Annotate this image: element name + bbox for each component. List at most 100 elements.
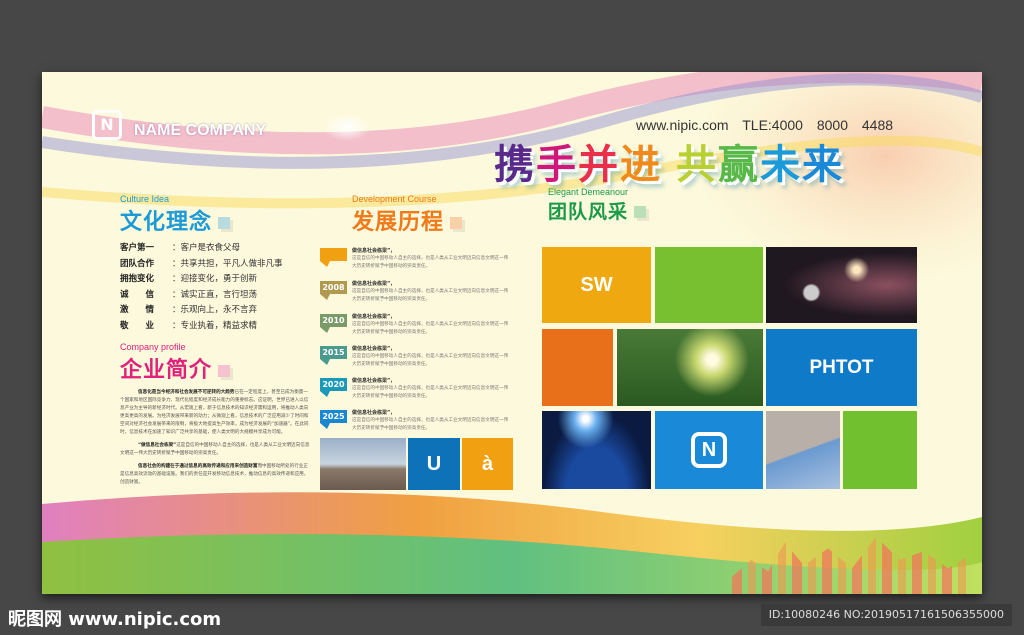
timeline-title: 做信息社会栋梁”，: [352, 410, 396, 416]
culture-item: 拥抱变化 ：迎接变化，勇于创新: [120, 272, 283, 288]
year-tag: 2020: [320, 378, 347, 397]
profile-text: 信息化是当今经济和社会发展不可逆转的大趋势已在一定程度上，甚至已成为衡量一个国家…: [120, 389, 310, 487]
tile-green-2: [843, 411, 917, 489]
year-tag: 2008: [320, 281, 347, 300]
timeline-item: 做信息社会栋梁”， 这是自信的中国移动人自主的选择，也是人类从工业文明迈向信息文明…: [320, 244, 510, 274]
earth-photo: [542, 411, 651, 489]
phone: TLE:4000 8000 4488: [742, 117, 894, 133]
profile-section: Company profile 企业简介 信息化是当今经济和社会发展不可逆转的大…: [120, 342, 310, 487]
culture-value: ：专业执着，精益求精: [172, 320, 258, 331]
slogan-char: 进: [620, 142, 662, 188]
paragraph-body: 已在一定程度上，甚至已成为衡量一个国家和地区国际竞争力、现代化程度和经济成长能力…: [120, 390, 309, 435]
development-title: 发展历程: [352, 204, 463, 236]
team-title-text: 团队风采: [548, 201, 629, 223]
square-decoration-icon: [218, 217, 231, 229]
forest-photo: [617, 329, 763, 406]
tile-green: [655, 247, 763, 323]
company-name: NAME COMPANY: [134, 122, 267, 139]
logo-icon: N: [691, 432, 727, 468]
tile-phtot: PHTOT: [766, 329, 917, 406]
culture-title-text: 文化理念: [120, 210, 213, 235]
slogan-char: 共: [676, 142, 718, 188]
slogan-char: 携: [494, 142, 536, 188]
team-section: Elegant Demeanour 团队风采: [548, 187, 647, 224]
culture-value: ：乐观向上，永不言弃: [172, 305, 258, 315]
space-photo: [766, 247, 917, 323]
timeline-desc: 这是自信的中国移动人自主的选择，也是人类从工业文明迈向信息文明这一伟大历史转折赋…: [352, 256, 509, 269]
slogan-char: 赢: [718, 142, 760, 188]
profile-title-text: 企业简介: [120, 358, 213, 383]
timeline-title: 做信息社会栋梁”，: [352, 346, 396, 352]
image-id-label: ID:10080246 NO:20190517161506355000: [760, 604, 1012, 626]
timeline-item: 2015 做信息社会栋梁”， 这是自信的中国移动人自主的选择，也是人类从工业文明迈向…: [320, 342, 510, 372]
year-tag: 2015: [320, 346, 347, 365]
development-section: Development Course 发展历程: [352, 194, 463, 236]
culture-value: ：迎接变化，勇于创新: [172, 274, 258, 284]
culture-item: 团队合作 ：共享共担，平凡人做非凡事: [120, 257, 283, 273]
poster-board: N NAME COMPANY www.nipic.com TLE:4000 80…: [42, 72, 982, 594]
culture-item: 客户第一 ：客户是衣食父母: [120, 241, 283, 257]
tile-a: à: [462, 438, 513, 490]
paragraph-lead: 信息化是当今经济和社会发展不可逆转的大趋势: [138, 390, 235, 395]
culture-title: 文化理念: [120, 204, 283, 236]
slogan-char: 来: [802, 142, 844, 188]
slogan-char: 并: [578, 142, 620, 188]
slogan-title: 携手并进 共赢未来: [494, 132, 844, 190]
timeline-item: 2010 做信息社会栋梁”， 这是自信的中国移动人自主的选择，也是人类从工业文明迈向…: [320, 310, 510, 340]
tile-orange: [542, 329, 613, 406]
culture-key: 激 情: [120, 305, 155, 315]
team-title: 团队风采: [548, 197, 647, 224]
worker-photo: [766, 411, 840, 489]
tile-u: U: [408, 438, 460, 490]
profile-paragraph: 信息化是当今经济和社会发展不可逆转的大趋势已在一定程度上，甚至已成为衡量一个国家…: [120, 389, 310, 437]
culture-item: 激 情 ：乐观向上，永不言弃: [120, 303, 283, 319]
timeline-desc: 这是自信的中国移动人自主的选择，也是人类从工业文明迈向信息文明这一伟大历史转折赋…: [352, 354, 509, 367]
timeline-desc: 这是自信的中国移动人自主的选择，也是人类从工业文明迈向信息文明这一伟大历史转折赋…: [352, 289, 509, 302]
culture-key: 拥抱变化: [120, 274, 155, 284]
timeline-desc: 这是自信的中国移动人自主的选择，也是人类从工业文明迈向信息文明这一伟大历史转折赋…: [352, 418, 509, 431]
slogan-char: 未: [760, 142, 802, 188]
team-en-title: Elegant Demeanour: [548, 187, 629, 197]
culture-key: 客户第一: [120, 243, 155, 253]
slogan-char: 手: [536, 142, 578, 188]
timeline-desc: 这是自信的中国移动人自主的选择，也是人类从工业文明迈向信息文明这一伟大历史转折赋…: [352, 322, 509, 335]
year-tag: 2025: [320, 410, 347, 429]
tile-sw: SW: [542, 247, 651, 323]
timeline-title: 做信息社会栋梁”，: [352, 378, 396, 384]
development-en-title: Development Course: [352, 194, 437, 204]
timeline-title: 做信息社会栋梁”，: [352, 314, 396, 320]
timeline-item: 2020 做信息社会栋梁”， 这是自信的中国移动人自主的选择，也是人类从工业文明迈向…: [320, 374, 510, 404]
timeline-desc: 这是自信的中国移动人自主的选择，也是人类从工业文明迈向信息文明这一伟大历史转折赋…: [352, 386, 509, 399]
nipic-watermark: 昵图网 www.nipic.com: [8, 609, 222, 630]
city-photo: [320, 438, 406, 490]
culture-value: ：客户是衣食父母: [172, 243, 241, 253]
timeline-title: 做信息社会栋梁”，: [352, 248, 396, 254]
culture-key: 敬 业: [120, 320, 155, 331]
culture-item: 敬 业 ：专业执着，精益求精: [120, 319, 283, 335]
year-tag: [320, 248, 347, 267]
tile-logo: N: [655, 411, 763, 489]
company-logo-icon: N: [92, 110, 122, 140]
square-decoration-icon: [218, 365, 231, 377]
culture-value: ：共享共担，平凡人做非凡事: [172, 258, 283, 269]
culture-value: ：诚实正直，言行坦荡: [172, 289, 258, 300]
timeline-item: 2008 做信息社会栋梁”， 这是自信的中国移动人自主的选择，也是人类从工业文明迈向…: [320, 277, 510, 307]
square-decoration-icon: [634, 206, 647, 218]
timeline-item: 2025 做信息社会栋梁”， 这是自信的中国移动人自主的选择，也是人类从工业文明迈向…: [320, 406, 510, 436]
square-decoration-icon: [450, 217, 463, 229]
year-tag: 2010: [320, 314, 347, 333]
culture-section: Culture Idea 文化理念 客户第一 ：客户是衣食父母团队合作 ：共享共担，…: [120, 194, 283, 334]
profile-paragraph: “做信息社会栋梁”这是自信的中国移动人自主的选择，也是人类从工业文明迈向信息文明…: [120, 442, 310, 458]
culture-en-title: Culture Idea: [120, 194, 170, 204]
culture-item: 诚 信 ：诚实正直，言行坦荡: [120, 288, 283, 304]
timeline-title: 做信息社会栋梁”，: [352, 281, 396, 287]
light-flare: [312, 107, 382, 147]
culture-list: 客户第一 ：客户是衣食父母团队合作 ：共享共担，平凡人做非凡事拥抱变化 ：迎接变化，勇…: [120, 241, 283, 334]
paragraph-lead: 信息社会的构建在于通过信息的高效传递和应用来创造财富: [138, 464, 258, 469]
culture-key: 诚 信: [120, 289, 155, 300]
profile-en-title: Company profile: [120, 342, 186, 352]
development-title-text: 发展历程: [352, 210, 445, 235]
website: www.nipic.com: [636, 117, 729, 133]
culture-key: 团队合作: [120, 258, 155, 269]
profile-title: 企业简介: [120, 352, 310, 384]
